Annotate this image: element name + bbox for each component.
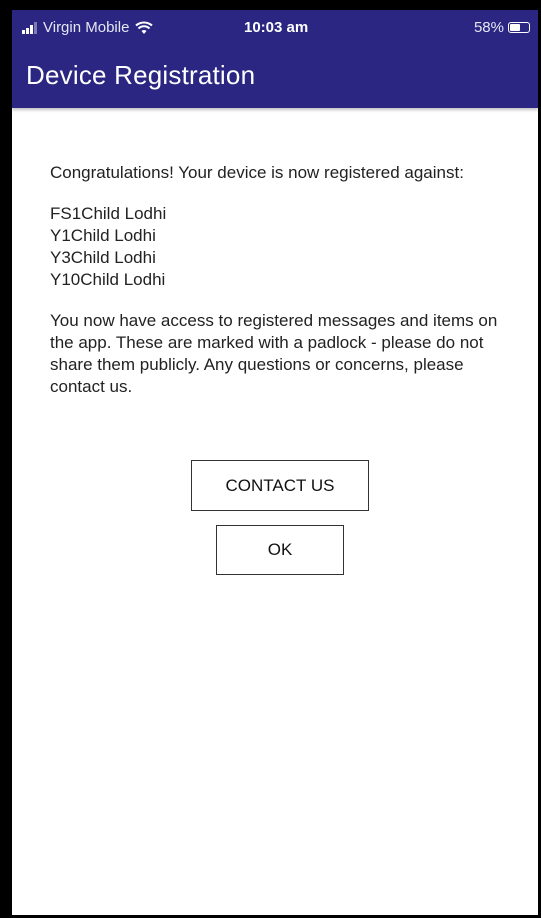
signal-icon bbox=[22, 21, 38, 34]
status-right: 58% bbox=[474, 19, 530, 36]
battery-icon bbox=[508, 22, 530, 33]
ok-button[interactable]: OK bbox=[216, 525, 344, 575]
info-text: You now have access to registered messag… bbox=[50, 311, 498, 396]
list-item: Y1Child Lodhi bbox=[50, 226, 156, 245]
intro-text: Congratulations! Your device is now regi… bbox=[50, 163, 464, 182]
status-time: 10:03 am bbox=[244, 19, 309, 36]
battery-fill bbox=[510, 24, 520, 31]
app-screen: Virgin Mobile 10:03 am 58% Device Regist… bbox=[0, 0, 541, 918]
contact-us-button[interactable]: CONTACT US bbox=[191, 460, 369, 511]
registration-message: Congratulations! Your device is now regi… bbox=[50, 162, 500, 417]
status-bar: Virgin Mobile 10:03 am 58% bbox=[12, 10, 538, 48]
battery-percent: 58% bbox=[473, 19, 504, 36]
list-item: FS1Child Lodhi bbox=[50, 204, 167, 223]
page-title: Device Registration bbox=[26, 60, 256, 90]
status-left: Virgin Mobile bbox=[22, 19, 154, 36]
carrier-name: Virgin Mobile bbox=[43, 19, 130, 36]
registered-children-list: FS1Child Lodhi Y1Child Lodhi Y3Child Lodhi… bbox=[50, 203, 500, 291]
wifi-icon bbox=[135, 21, 154, 34]
app-bar: Device Registration bbox=[12, 48, 538, 108]
list-item: Y10Child Lodhi bbox=[50, 270, 166, 289]
list-item: Y3Child Lodhi bbox=[50, 248, 156, 267]
